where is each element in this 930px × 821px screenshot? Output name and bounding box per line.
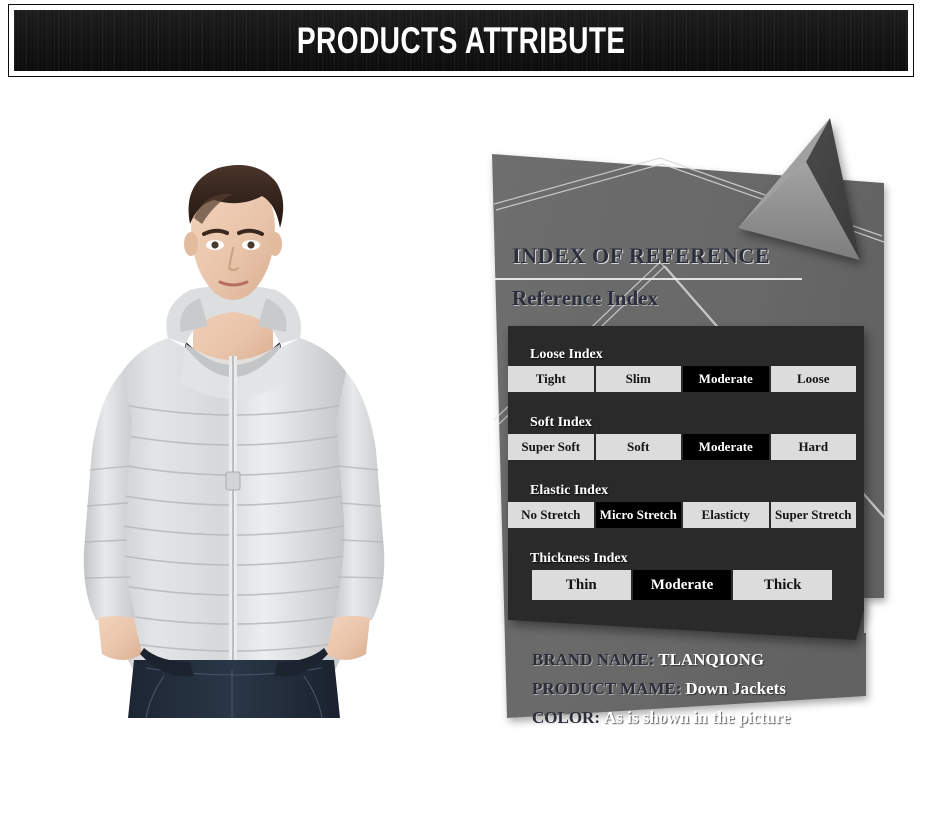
index-group-label: Loose Index [530, 347, 603, 362]
index-option-elasticty[interactable]: Elasticty [683, 502, 769, 528]
spec-product-name: PRODUCT MAME: Down Jackets [532, 679, 892, 699]
index-option-no-stretch[interactable]: No Stretch [508, 502, 594, 528]
spec-label: PRODUCT MAME: [532, 679, 682, 698]
spec-value: As is shown in the picture [604, 708, 791, 727]
product-photo-illustration [83, 165, 385, 719]
spec-brand-name: BRAND NAME: TLANQIONG [532, 650, 892, 670]
page-title: PRODUCTS ATTRIBUTE [296, 19, 626, 61]
index-option-super-soft[interactable]: Super Soft [508, 434, 594, 460]
spec-value: Down Jackets [685, 679, 786, 698]
panel-heading-divider [492, 278, 802, 280]
product-photo [18, 120, 448, 720]
index-option-row: Super Soft Soft Moderate Hard [508, 434, 856, 460]
index-option-hard[interactable]: Hard [770, 434, 856, 460]
index-option-thick[interactable]: Thick [733, 570, 833, 600]
index-group-soft: Soft Index Super Soft Soft Moderate Hard [508, 415, 856, 460]
spec-label: BRAND NAME: [532, 650, 655, 669]
product-specs: BRAND NAME: TLANQIONG PRODUCT MAME: Down J… [532, 650, 892, 737]
index-group-label: Soft Index [530, 415, 592, 430]
index-option-moderate[interactable]: Moderate [683, 434, 769, 460]
index-group-thickness: Thickness Index Thin Moderate Thick [508, 551, 856, 600]
index-option-row: Tight Slim Moderate Loose [508, 366, 856, 392]
index-option-loose[interactable]: Loose [770, 366, 856, 392]
index-option-moderate[interactable]: Moderate [683, 366, 769, 392]
index-option-row: Thin Moderate Thick [532, 570, 833, 600]
index-group-elastic: Elastic Index No Stretch Micro Stretch E… [508, 483, 856, 528]
index-option-micro-stretch[interactable]: Micro Stretch [595, 502, 681, 528]
spec-color: COLOR: As is shown in the picture [532, 708, 892, 728]
banner-texture: PRODUCTS ATTRIBUTE [14, 10, 908, 71]
spec-value: TLANQIONG [658, 650, 765, 669]
index-group-label: Thickness Index [530, 551, 628, 566]
panel-heading-main: INDEX OF REFERENCE [512, 243, 771, 268]
index-option-tight[interactable]: Tight [508, 366, 594, 392]
index-option-super-stretch[interactable]: Super Stretch [770, 502, 856, 528]
index-option-moderate[interactable]: Moderate [632, 570, 732, 600]
panel-heading-sub: Reference Index [512, 286, 658, 310]
reference-index-panel: INDEX OF REFERENCE Reference Index Loose… [470, 100, 930, 800]
page-banner: PRODUCTS ATTRIBUTE [8, 4, 914, 77]
index-option-soft[interactable]: Soft [595, 434, 681, 460]
index-group-loose: Loose Index Tight Slim Moderate Loose [508, 347, 856, 392]
index-option-slim[interactable]: Slim [595, 366, 681, 392]
index-option-row: No Stretch Micro Stretch Elasticty Super… [508, 502, 856, 528]
spec-label: COLOR: [532, 708, 600, 727]
index-option-thin[interactable]: Thin [532, 570, 631, 600]
index-group-label: Elastic Index [530, 483, 609, 498]
panel-content: INDEX OF REFERENCE Reference Index Loose… [470, 100, 930, 800]
